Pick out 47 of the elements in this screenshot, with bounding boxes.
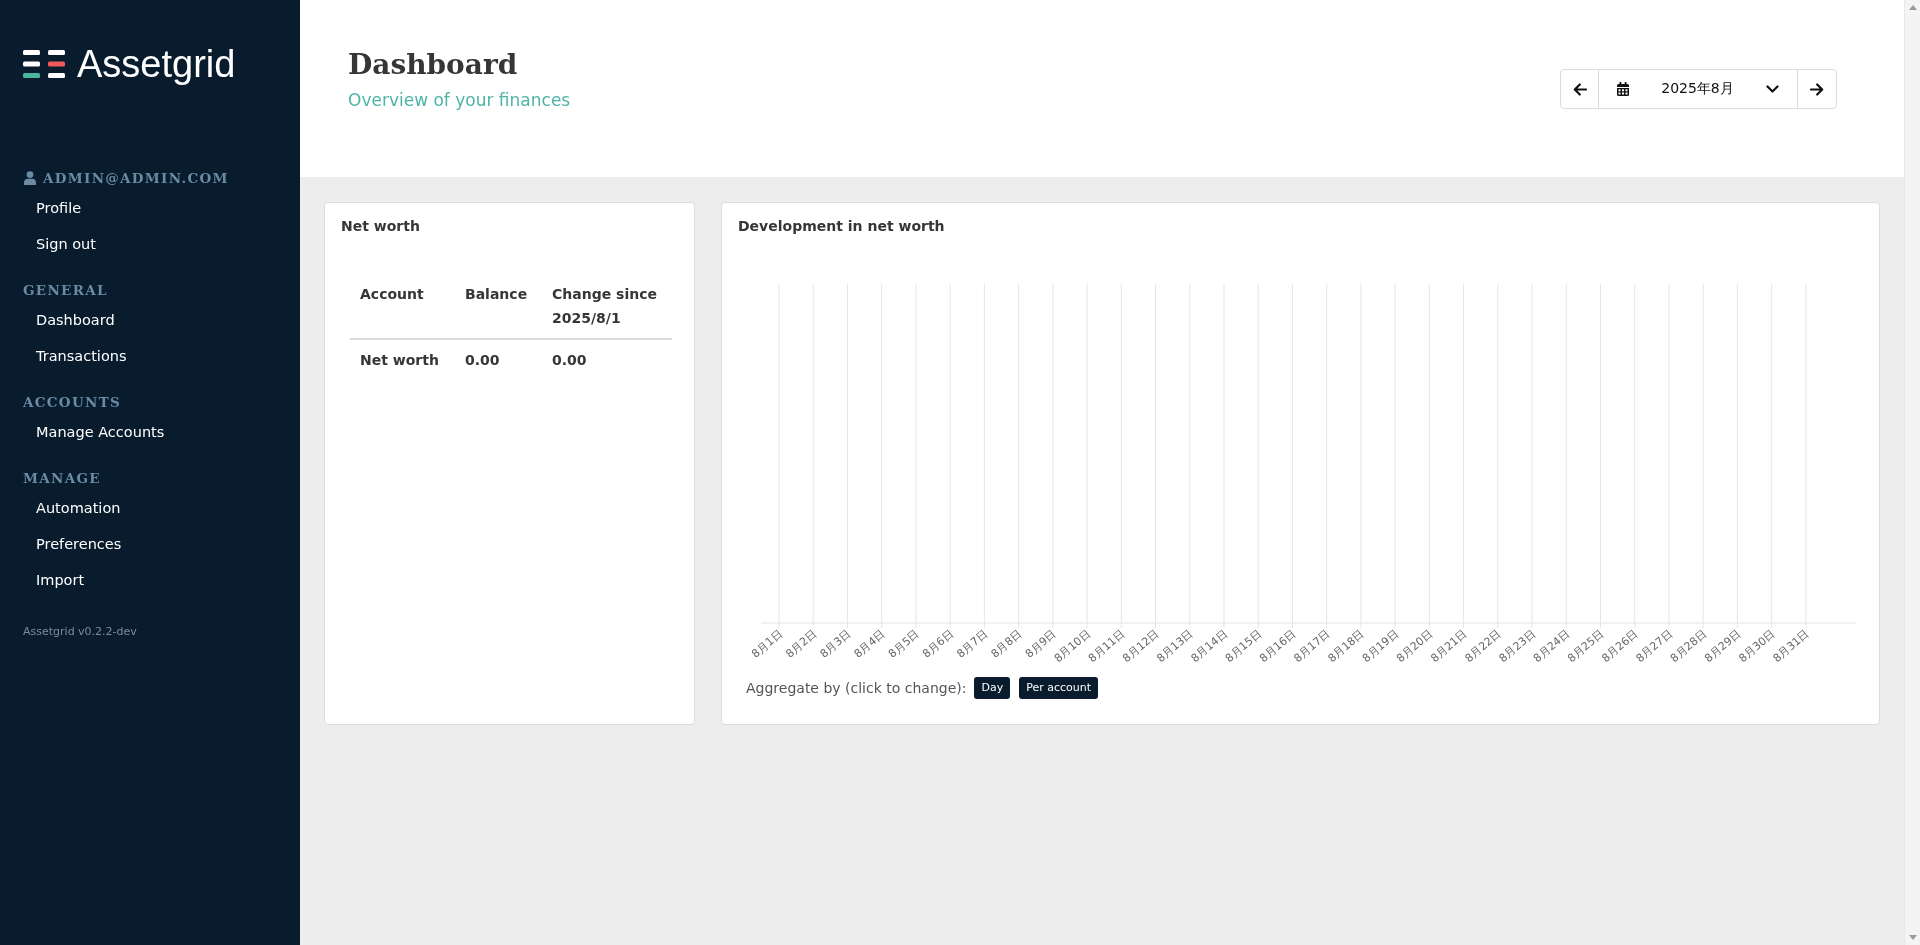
menu-item[interactable]: Import [23,562,85,598]
menu-section-heading: GENERAL [23,281,108,300]
scroll-down-arrow-icon[interactable] [1908,935,1917,940]
axis-label: 8月5日 [885,627,922,661]
menu-section-heading: ACCOUNTS [23,393,122,412]
card-title: Development in net worth [738,217,946,236]
axis-label: 8月4日 [851,627,888,661]
page-subtitle: Overview of your finances [348,89,571,111]
axis-label: 8月7日 [954,627,991,661]
axis-label: 8月8日 [988,627,1025,661]
column-header: Account [350,274,455,339]
aggregate-option-button[interactable]: Day [974,677,1011,699]
user-email: ADMIN@ADMIN.COM [43,169,229,188]
aggregate-label: Aggregate by (click to change): [746,679,967,698]
scrollbar[interactable] [1904,0,1920,945]
next-month-button[interactable] [1797,69,1837,109]
scroll-up-arrow-icon[interactable] [1908,5,1917,10]
menu-item[interactable]: Transactions [23,338,127,374]
column-header: Balance [455,274,542,339]
left-arrow-icon [1572,82,1587,96]
page-title: Dashboard [348,48,519,82]
menu-item[interactable]: Preferences [23,526,122,562]
logo-icon [23,50,65,78]
axis-label: 8月1日 [749,627,785,661]
version-text: Assetgrid v0.2.2-dev [23,624,137,640]
menu-item[interactable]: Profile [23,190,82,226]
menu-item[interactable]: Sign out [23,226,96,262]
logo-text: Assetgrid [77,42,236,86]
menu-item[interactable]: Dashboard [23,302,115,338]
aggregate-option-button[interactable]: Per account [1019,677,1099,699]
month-picker[interactable]: 2025年8月 [1598,69,1798,109]
table-cell: 0.00 [455,339,542,380]
right-arrow-icon [1810,82,1824,96]
table-cell: 0.00 [542,339,672,380]
card-title: Net worth [341,217,421,236]
axis-label: 8月2日 [783,627,820,661]
previous-month-button[interactable] [1560,69,1599,109]
axis-label: 8月6日 [920,627,957,661]
axis-label: 8月3日 [817,627,854,661]
menu-section-heading: MANAGE [23,469,101,488]
menu-item[interactable]: Automation [23,490,121,526]
menu-item[interactable]: Manage Accounts [23,414,165,450]
column-header: Change since 2025/8/1 [542,274,672,339]
table-cell: Net worth [350,339,455,380]
calendar-icon [1617,82,1629,96]
chevron-down-icon [1766,85,1779,93]
user-icon [24,171,36,185]
